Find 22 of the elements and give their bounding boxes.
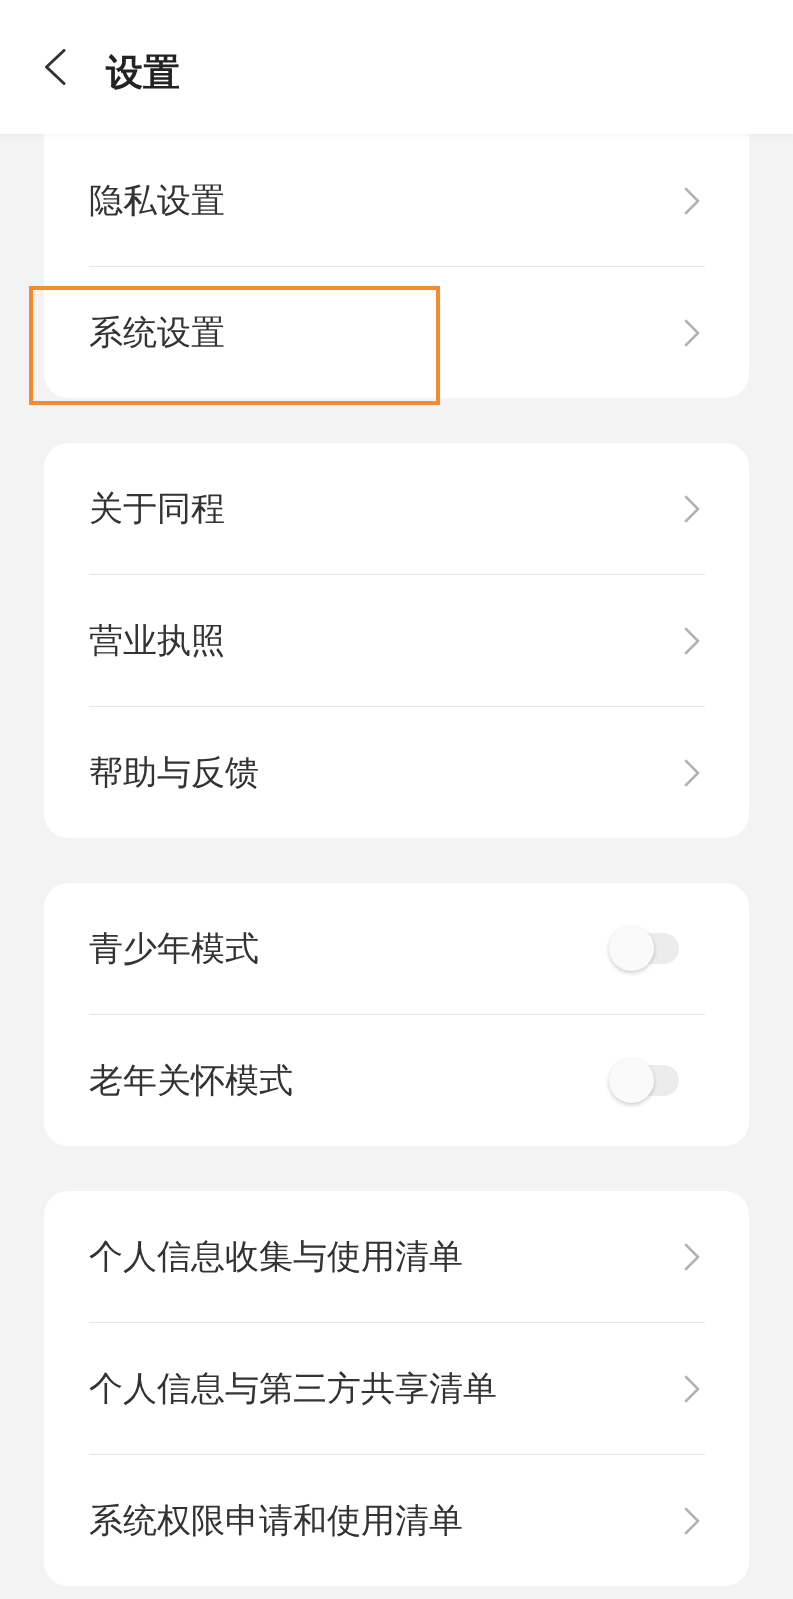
chevron-icon — [684, 1374, 700, 1403]
chevron-icon — [684, 318, 700, 347]
chevron-icon — [684, 758, 700, 787]
chevron-icon — [684, 186, 700, 215]
settings-row[interactable]: 个人信息收集与使用清单 — [44, 1191, 749, 1322]
settings-row[interactable]: 系统设置 — [44, 267, 749, 398]
settings-row[interactable]: 营业执照 — [44, 575, 749, 706]
settings-row[interactable]: 系统权限申请和使用清单 — [44, 1455, 749, 1586]
page-title: 设置 — [106, 50, 180, 95]
setting-label: 青少年模式 — [89, 928, 259, 969]
toggle-switch[interactable] — [609, 1058, 679, 1103]
back-icon — [44, 49, 66, 85]
chevron-icon — [684, 494, 700, 523]
settings-row[interactable]: 个人信息与第三方共享清单 — [44, 1323, 749, 1454]
settings-row[interactable]: 关于同程 — [44, 443, 749, 574]
chevron-icon — [684, 626, 700, 655]
chevron-icon — [684, 1506, 700, 1535]
settings-row[interactable]: 帮助与反馈 — [44, 707, 749, 838]
settings-row[interactable]: 隐私设置 — [44, 135, 749, 266]
setting-label: 老年关怀模式 — [89, 1060, 293, 1101]
chevron-icon — [684, 1242, 700, 1271]
toggle-switch[interactable] — [609, 926, 679, 971]
